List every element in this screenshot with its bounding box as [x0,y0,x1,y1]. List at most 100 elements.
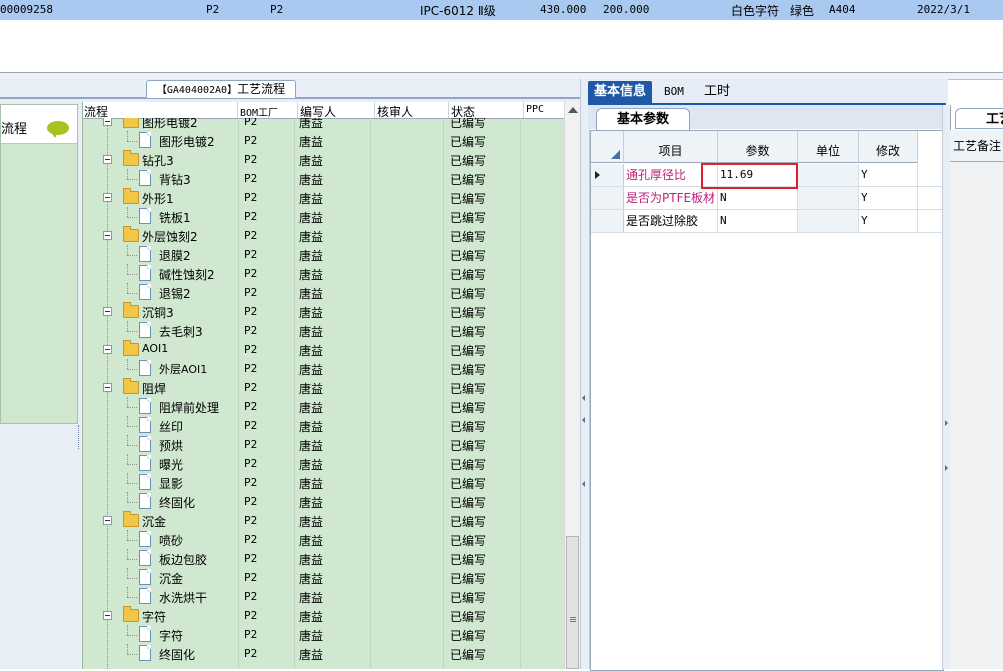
param-row[interactable]: 是否为PTFE板材 N Y [591,187,943,210]
tree-row[interactable]: 预烘 P2 唐益 已编写 [83,435,565,454]
collapse-left-arrow-icon-3[interactable] [582,481,585,487]
splitter-grip-icon[interactable] [708,74,760,85]
param-name[interactable]: 是否跳过除胶 [624,210,718,232]
tree-row[interactable]: AOI1 P2 唐益 已编写 [83,340,565,359]
param-value[interactable]: N [718,210,798,232]
tree-row-label[interactable]: 曝光 [159,456,183,473]
tree-row-label[interactable]: 终固化 [159,494,195,511]
tree-row[interactable]: 退膜2 P2 唐益 已编写 [83,245,565,264]
tree-row[interactable]: 水洗烘干 P2 唐益 已编写 [83,587,565,606]
tree-row-label[interactable]: 退锡2 [159,285,191,302]
collapse-minus-icon[interactable] [103,307,112,316]
tab-process-flow[interactable]: 【GA404002A0】工艺流程 [146,80,296,98]
tree-row-label[interactable]: 预烘 [159,437,183,454]
param-col-value[interactable]: 参数 [718,131,798,163]
expand-right-arrow-icon-2[interactable] [945,465,948,471]
tree-row[interactable]: 丝印 P2 唐益 已编写 [83,416,565,435]
param-modify[interactable]: Y [859,164,918,186]
selected-order-row[interactable]: 00009258 P2 P2 IPC-6012 Ⅱ级 430.000 200.0… [0,0,1003,20]
tree-row-label[interactable]: 阻焊 [142,380,166,397]
tree-row-label[interactable]: 字符 [142,608,166,625]
tree-row-label[interactable]: 水洗烘干 [159,589,207,606]
tab-basic-info[interactable]: 基本信息 [588,81,653,103]
collapse-minus-icon[interactable] [103,193,112,202]
tree-row[interactable]: 显影 P2 唐益 已编写 [83,473,565,492]
tree-row-label[interactable]: 显影 [159,475,183,492]
collapse-minus-icon[interactable] [103,231,112,240]
tree-row[interactable]: 去毛刺3 P2 唐益 已编写 [83,321,565,340]
param-row[interactable]: 是否跳过除胶 N Y [591,210,943,233]
tree-row-label[interactable]: 外层AOI1 [159,361,207,377]
tree-row-label[interactable]: 终固化 [159,646,195,663]
tree-row-label[interactable]: 图形电镀2 [142,118,198,131]
tree-col-separator[interactable] [237,102,238,118]
tree-col-separator[interactable] [523,102,524,118]
tree-row-label[interactable]: 去毛刺3 [159,323,203,340]
tree-row[interactable]: 板边包胶 P2 唐益 已编写 [83,549,565,568]
collapse-minus-icon[interactable] [103,155,112,164]
tree-row[interactable]: 图形电镀2 P2 唐益 已编写 [83,118,565,131]
collapse-minus-icon[interactable] [103,118,112,126]
collapse-minus-icon[interactable] [103,516,112,525]
tab-process-notes[interactable]: 工艺 [955,108,1003,129]
tree-row[interactable]: 曝光 P2 唐益 已编写 [83,454,565,473]
param-unit[interactable] [798,164,859,186]
tree-row[interactable]: 沉金 P2 唐益 已编写 [83,568,565,587]
tree-col-separator[interactable] [374,102,375,118]
tree-row[interactable]: 外形1 P2 唐益 已编写 [83,188,565,207]
tree-row-label[interactable]: 外形1 [142,190,174,207]
tree-row-label[interactable]: 沉铜3 [142,304,174,321]
tab-bom[interactable]: BOM [658,81,690,103]
tree-row-label[interactable]: 外层蚀刻2 [142,228,198,245]
param-modify[interactable]: Y [859,210,918,232]
tree-row-label[interactable]: 字符 [159,627,183,644]
tree-row[interactable]: 沉铜3 P2 唐益 已编写 [83,302,565,321]
col-process-notes[interactable]: 工艺备注 [950,130,1003,162]
tree-row[interactable]: 终固化 P2 唐益 已编写 [83,492,565,511]
tree-row[interactable]: 阻焊 P2 唐益 已编写 [83,378,565,397]
tree-col-separator[interactable] [297,102,298,118]
tree-row[interactable]: 钻孔3 P2 唐益 已编写 [83,150,565,169]
tree-row[interactable]: 喷砂 P2 唐益 已编写 [83,530,565,549]
tree-row-label[interactable]: 沉金 [142,513,166,530]
collapse-left-arrow-icon-2[interactable] [582,417,585,423]
tree-row[interactable]: 碱性蚀刻2 P2 唐益 已编写 [83,264,565,283]
tree-row[interactable]: 沉金 P2 唐益 已编写 [83,511,565,530]
collapse-minus-icon[interactable] [103,345,112,354]
tree-row[interactable]: 铣板1 P2 唐益 已编写 [83,207,565,226]
tree-row[interactable]: 终固化 P2 唐益 已编写 [83,644,565,663]
collapse-left-arrow-icon[interactable] [582,395,585,401]
tree-row[interactable]: 退锡2 P2 唐益 已编写 [83,283,565,302]
tab-basic-params[interactable]: 基本参数 [596,108,690,130]
tree-row-label[interactable]: 退膜2 [159,247,191,264]
flow-nav-header[interactable]: 流程 [1,105,77,144]
collapse-minus-icon[interactable] [103,383,112,392]
tree-row-label[interactable]: 喷砂 [159,532,183,549]
tree-row-label[interactable]: 丝印 [159,418,183,435]
param-value[interactable]: N [718,187,798,209]
vertical-splitter[interactable] [580,79,590,669]
tree-row-label[interactable]: 图形电镀2 [159,133,215,150]
tree-row-label[interactable]: AOI1 [142,342,168,355]
tree-col-separator[interactable] [448,102,449,118]
tab-work-hours[interactable]: 工时 [698,81,736,103]
param-col-modify[interactable]: 修改 [859,131,918,163]
tree-col-1[interactable]: BOM工厂 [240,104,278,119]
tree-row-label[interactable]: 碱性蚀刻2 [159,266,215,283]
param-modify[interactable]: Y [859,187,918,209]
param-col-item[interactable]: 项目 [624,131,718,163]
tree-vertical-scrollbar[interactable] [564,102,580,669]
tree-row[interactable]: 图形电镀2 P2 唐益 已编写 [83,131,565,150]
param-name[interactable]: 是否为PTFE板材 [624,187,718,209]
tree-row[interactable]: 字符 P2 唐益 已编写 [83,606,565,625]
tree-row[interactable]: 外层蚀刻2 P2 唐益 已编写 [83,226,565,245]
tree-row-label[interactable]: 板边包胶 [159,551,207,568]
expand-right-arrow-icon[interactable] [945,420,948,426]
tree-col-5[interactable]: PPC [526,104,544,115]
chat-bubble-icon[interactable] [47,121,69,138]
tree-row[interactable]: 字符 P2 唐益 已编写 [83,625,565,644]
tree-row[interactable]: 阻焊前处理 P2 唐益 已编写 [83,397,565,416]
tree-row[interactable]: 背钻3 P2 唐益 已编写 [83,169,565,188]
collapse-minus-icon[interactable] [103,611,112,620]
tree-row[interactable]: 外层AOI1 P2 唐益 已编写 [83,359,565,378]
